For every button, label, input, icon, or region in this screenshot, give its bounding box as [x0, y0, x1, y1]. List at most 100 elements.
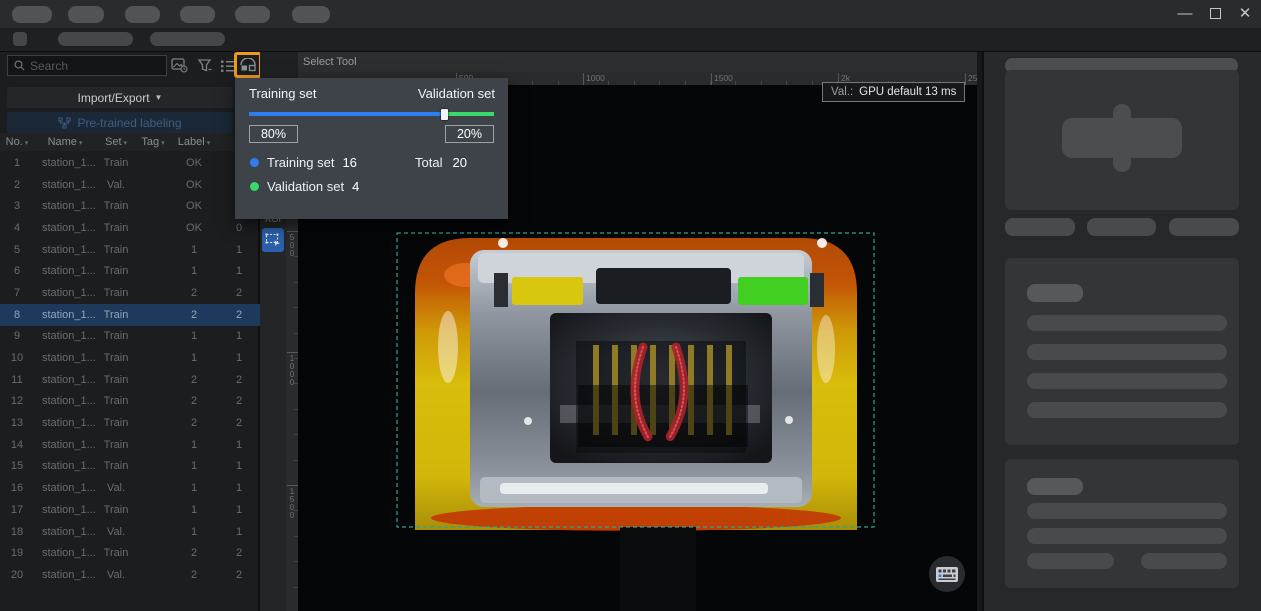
title-bar: — ✕: [0, 0, 1261, 28]
cell-name: station_1...: [34, 569, 96, 581]
table-row[interactable]: 1station_1...TrainOK: [0, 152, 260, 174]
cell-set: Train: [96, 352, 136, 364]
table-row[interactable]: 15station_1...Train11: [0, 456, 260, 478]
dataset-split-popover: Training set Validation set 80% 20% Trai…: [235, 78, 508, 219]
roi-tool-button[interactable]: [262, 228, 284, 252]
cell-label: 2: [170, 417, 218, 429]
table-row[interactable]: 9station_1...Train11: [0, 326, 260, 348]
table-row[interactable]: 14station_1...Train11: [0, 434, 260, 456]
pretrained-labeling-button[interactable]: Pre-trained labeling: [7, 112, 233, 133]
validation-percent-input[interactable]: 20%: [445, 125, 494, 143]
cell-set: Train: [96, 374, 136, 386]
table-row[interactable]: 10station_1...Train 11: [0, 347, 260, 369]
table-row[interactable]: 12station_1...Train22: [0, 391, 260, 413]
panel-card-bottom: [1005, 459, 1239, 588]
table-row[interactable]: 5station_1...Train11: [0, 239, 260, 261]
search-input[interactable]: Search: [7, 55, 167, 76]
val-prefix: Val.:: [831, 86, 853, 98]
cell-set: Train: [96, 395, 136, 407]
cell-label: 1: [170, 526, 218, 538]
import-export-button[interactable]: Import/Export ▼: [7, 87, 233, 108]
table-row[interactable]: 19station_1...Train22: [0, 542, 260, 564]
cell-name: station_1...: [34, 395, 96, 407]
redacted-toolbar-square[interactable]: [13, 32, 27, 46]
cell-v: 1: [218, 244, 260, 256]
cell-v: 1: [218, 460, 260, 472]
menu-item-redacted-5[interactable]: [235, 6, 270, 23]
column-header[interactable]: Tag▾: [136, 136, 170, 148]
redacted-row: [1027, 402, 1227, 418]
cell-v: 1: [218, 526, 260, 538]
menu-item-redacted-4[interactable]: [180, 6, 215, 23]
maximize-button[interactable]: [1202, 0, 1228, 26]
pretrained-labeling-icon: [58, 117, 71, 129]
cell-label: OK: [170, 157, 218, 169]
app-window: — ✕ Search: [0, 0, 1261, 611]
training-percent-input[interactable]: 80%: [249, 125, 298, 143]
chevron-down-icon: ▼: [155, 93, 163, 102]
table-row[interactable]: 18station_1...Val.11: [0, 521, 260, 543]
dataset-split-button[interactable]: [234, 52, 262, 78]
slider-handle[interactable]: [441, 109, 448, 120]
table-row[interactable]: 4station_1...TrainOK0: [0, 217, 260, 239]
cell-no: 2: [0, 179, 34, 191]
cell-label: 1: [170, 265, 218, 277]
sort-arrow-icon: ▾: [124, 140, 128, 147]
column-header[interactable]: Name▾: [34, 136, 96, 148]
redacted-row-half: [1141, 553, 1227, 569]
sort-arrow-icon: ▾: [79, 140, 83, 147]
cell-no: 10: [0, 352, 34, 364]
filter-button[interactable]: [195, 57, 214, 74]
table-row[interactable]: 13station_1...Train22: [0, 412, 260, 434]
cell-no: 18: [0, 526, 34, 538]
cell-no: 1: [0, 157, 34, 169]
cell-v: 2: [218, 417, 260, 429]
menu-item-redacted-6[interactable]: [292, 6, 330, 23]
cell-name: station_1...: [34, 526, 96, 538]
table-row[interactable]: 2station_1...Val.OK: [0, 174, 260, 196]
table-row[interactable]: 6station_1...Train11: [0, 260, 260, 282]
column-header[interactable]: Label▾: [170, 136, 218, 148]
cell-no: 8: [0, 309, 34, 321]
ruler-major-tick: [711, 73, 712, 85]
redacted-button-1: [1005, 218, 1075, 236]
split-ratio-slider[interactable]: [249, 109, 494, 119]
menu-item-redacted-1[interactable]: [12, 6, 52, 23]
cell-label: 2: [170, 395, 218, 407]
cell-label: 1: [170, 352, 218, 364]
cell-name: station_1...: [34, 352, 96, 364]
redacted-toolbar-pill-1[interactable]: [58, 32, 133, 46]
cell-v: 1: [218, 352, 260, 364]
cell-v: 2: [218, 374, 260, 386]
canvas-toolbar: Select Tool: [298, 52, 977, 72]
menu-item-redacted-3[interactable]: [125, 6, 160, 23]
column-header[interactable]: Set▾: [96, 136, 136, 148]
keyboard-shortcuts-button[interactable]: [929, 556, 965, 592]
cell-label: 2: [170, 287, 218, 299]
cell-name: station_1...: [34, 374, 96, 386]
cell-no: 5: [0, 244, 34, 256]
table-row[interactable]: 16station_1...Val.11: [0, 477, 260, 499]
table-row[interactable]: 7station_1...Train22: [0, 282, 260, 304]
cell-set: Train: [96, 244, 136, 256]
keyboard-icon: [936, 567, 958, 582]
redacted-row: [1027, 344, 1227, 360]
workflow-bar: [0, 28, 1261, 52]
cell-label: OK: [170, 222, 218, 234]
redacted-toolbar-pill-2[interactable]: [150, 32, 225, 46]
table-header[interactable]: No.▾Name▾Set▾Tag▾Label▾V: [0, 133, 260, 151]
close-button[interactable]: ✕: [1232, 0, 1258, 26]
sort-arrow-icon: ▾: [161, 140, 165, 147]
image-history-button[interactable]: [170, 57, 189, 74]
column-header[interactable]: No.▾: [0, 136, 34, 148]
filter-icon: [197, 58, 213, 73]
table-row[interactable]: 3station_1...TrainOK: [0, 195, 260, 217]
cell-no: 7: [0, 287, 34, 299]
menu-item-redacted-2[interactable]: [68, 6, 104, 23]
table-row[interactable]: 17station_1...Train11: [0, 499, 260, 521]
table-row[interactable]: 8station_1...Train22: [0, 304, 260, 326]
table-row[interactable]: 11station_1...Train22: [0, 369, 260, 391]
roi-select-icon: [265, 233, 281, 247]
minimize-button[interactable]: —: [1172, 0, 1198, 26]
table-row[interactable]: 20station_1...Val.22: [0, 564, 260, 586]
